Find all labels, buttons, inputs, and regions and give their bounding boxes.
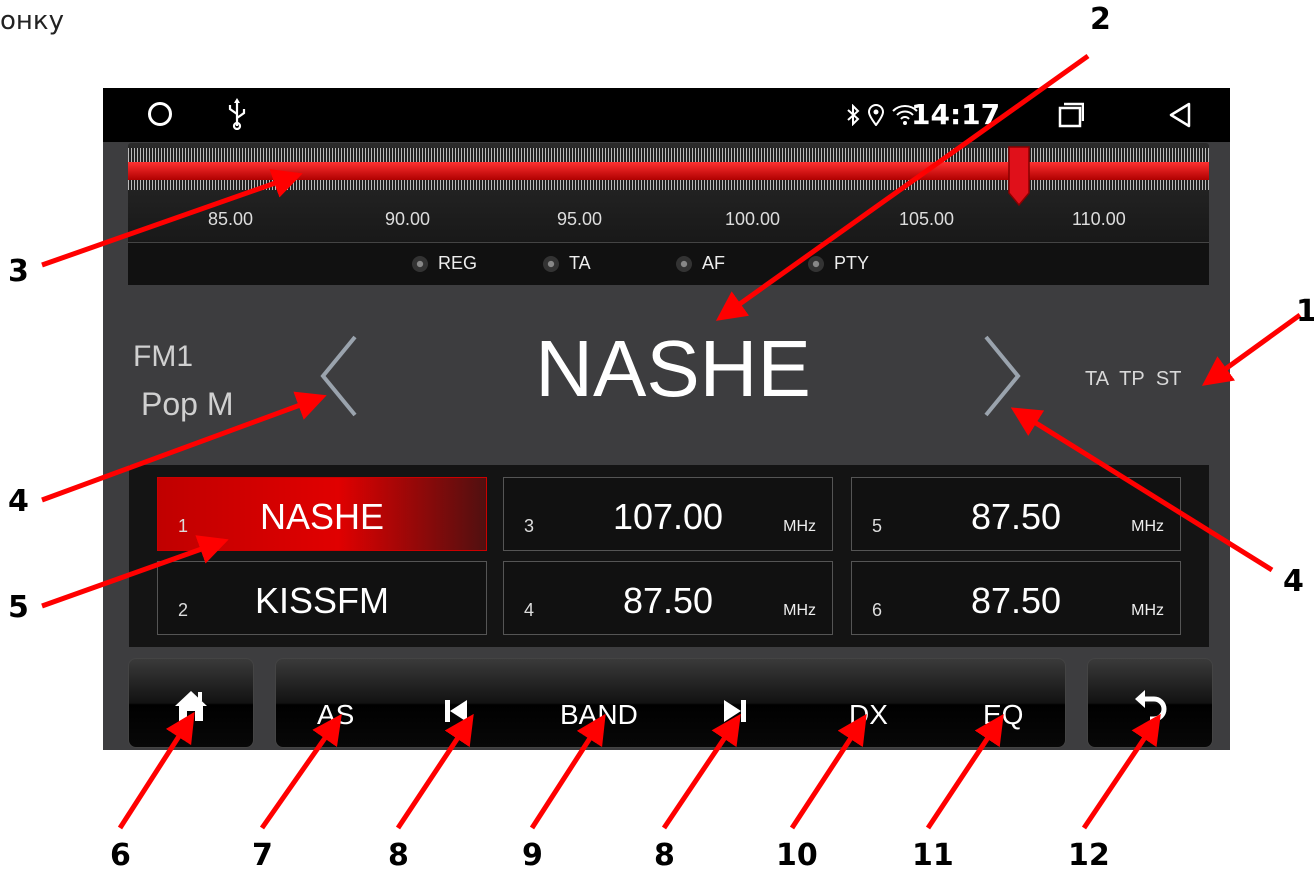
annotation-number: 10	[776, 838, 818, 873]
preset-button-3[interactable]: 3 107.00 MHz	[503, 477, 833, 551]
led-indicator-icon	[808, 255, 824, 272]
back-triangle-icon[interactable]	[1167, 102, 1193, 128]
annotation-number: 12	[1068, 838, 1110, 873]
preset-button-5[interactable]: 5 87.50 MHz	[851, 477, 1181, 551]
status-bar: 14:17	[103, 88, 1230, 142]
led-indicator-icon	[676, 255, 692, 272]
status-icons	[846, 102, 918, 128]
recent-apps-icon[interactable]	[1058, 102, 1084, 128]
annotation-number: 8	[388, 838, 409, 873]
home-circle-icon[interactable]	[148, 102, 172, 126]
pty-label: Pop M	[141, 386, 234, 422]
preset-button-4[interactable]: 4 87.50 MHz	[503, 561, 833, 635]
head-unit-screen: 14:17 85.00 90.00 95.00 100.00 105.00 11…	[103, 88, 1230, 750]
preset-unit: MHz	[1131, 602, 1164, 619]
annotation-number: 2	[1090, 2, 1111, 37]
preset-unit: MHz	[1131, 518, 1164, 535]
as-button[interactable]: AS	[317, 699, 354, 731]
skip-next-icon[interactable]	[723, 699, 747, 723]
home-icon	[175, 691, 207, 721]
rds-reg[interactable]: REG	[412, 253, 477, 274]
preset-button-1[interactable]: 1 NASHE	[157, 477, 487, 551]
home-button[interactable]	[128, 658, 254, 748]
annotation-number: 11	[912, 838, 954, 873]
undo-back-icon	[1135, 690, 1167, 722]
tick-label: 105.00	[899, 209, 955, 229]
rds-pty[interactable]: PTY	[808, 253, 869, 274]
tick-label: 90.00	[385, 209, 431, 229]
tuner-needle[interactable]	[1006, 145, 1032, 207]
annotation-number: 7	[252, 838, 273, 873]
annotation-number: 4	[1283, 564, 1304, 599]
annotation-number: 6	[110, 838, 131, 873]
annotation-number: 4	[8, 484, 29, 519]
eq-button[interactable]: EQ	[983, 699, 1023, 731]
preset-label: NASHE	[259, 496, 385, 537]
location-icon	[868, 104, 884, 126]
dx-button[interactable]: DX	[849, 699, 888, 731]
frequency-bar[interactable]	[128, 162, 1209, 180]
frequency-tuner[interactable]: 85.00 90.00 95.00 100.00 105.00 110.00 R…	[128, 143, 1209, 285]
rds-ta[interactable]: TA	[543, 253, 591, 274]
skip-previous-icon[interactable]	[444, 699, 468, 723]
station-name: NASHE	[535, 324, 811, 413]
annotation-number: 3	[8, 254, 29, 289]
bluetooth-icon	[847, 104, 860, 126]
scale-ticks-top	[128, 148, 1209, 162]
annotation-number: 9	[522, 838, 543, 873]
scale-ticks-bottom	[128, 180, 1209, 190]
preset-unit: MHz	[783, 518, 816, 535]
preset-grid: 1 NASHE 2 KISSFM 3 107.00 MHz 4 87.50 MH…	[129, 465, 1209, 647]
annotation-number: 8	[654, 838, 675, 873]
usb-icon	[228, 98, 246, 130]
tick-label: 95.00	[557, 209, 603, 229]
led-indicator-icon	[543, 255, 559, 272]
preset-button-2[interactable]: 2 KISSFM	[157, 561, 487, 635]
tick-label: 110.00	[1072, 209, 1126, 229]
led-indicator-icon	[412, 255, 428, 272]
tick-label: 100.00	[725, 209, 781, 229]
chevron-left-icon[interactable]	[315, 333, 363, 419]
cropped-document-text: онку	[0, 6, 64, 36]
annotation-number: 5	[8, 590, 29, 625]
rds-options: REG TA AF PTY	[128, 242, 1209, 285]
preset-button-6[interactable]: 6 87.50 MHz	[851, 561, 1181, 635]
annotation-number: 1	[1296, 294, 1314, 329]
clock: 14:17	[911, 98, 1001, 131]
rds-flags: TA TP ST	[1085, 368, 1182, 390]
band-label: FM1	[133, 340, 193, 373]
tick-label: 85.00	[208, 209, 254, 229]
control-bar: AS BAND DX EQ	[275, 658, 1066, 748]
preset-label: KISSFM	[254, 580, 389, 621]
preset-unit: MHz	[783, 602, 816, 619]
chevron-right-icon[interactable]	[978, 333, 1026, 419]
band-button[interactable]: BAND	[560, 699, 638, 731]
bottom-bar: AS BAND DX EQ	[103, 648, 1230, 750]
back-button[interactable]	[1087, 658, 1213, 748]
rds-af[interactable]: AF	[676, 253, 725, 274]
